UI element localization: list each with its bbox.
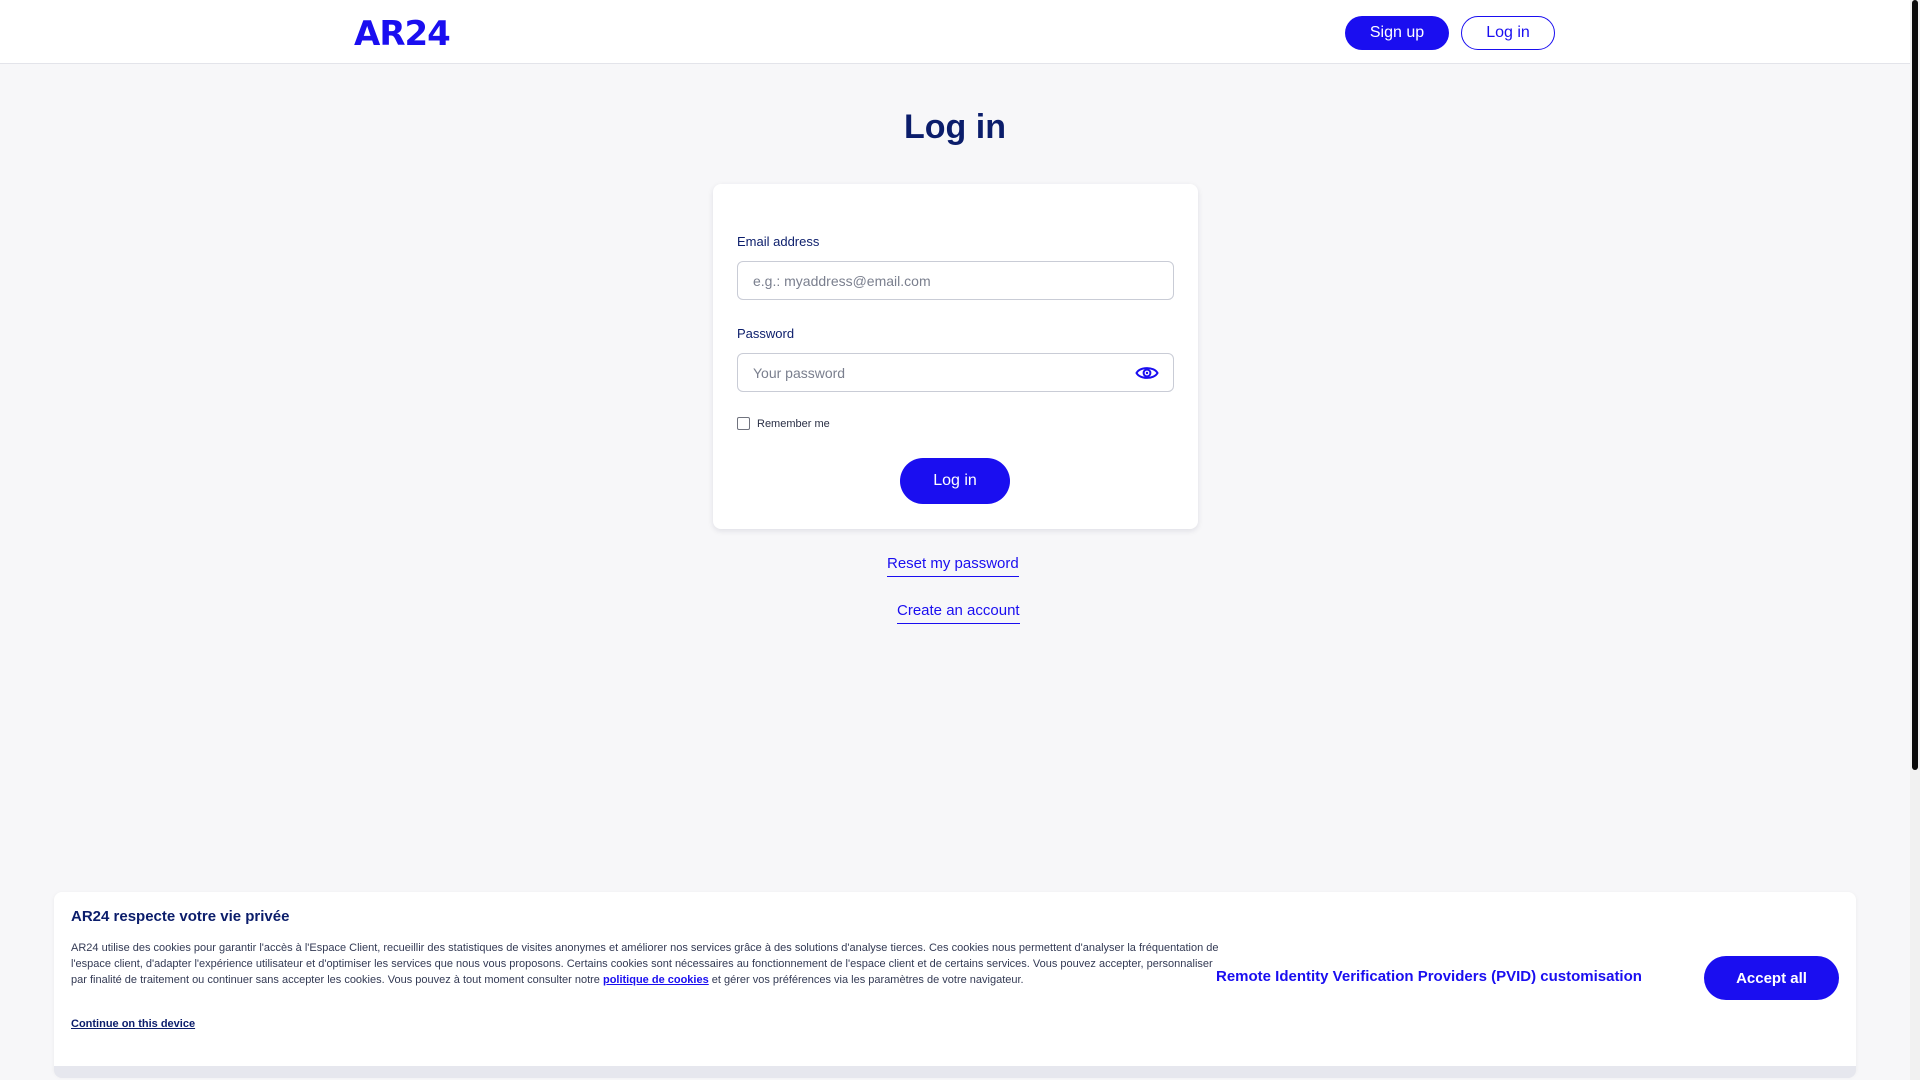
ar24-logo[interactable]: AR24 <box>354 14 451 54</box>
remember-me-checkbox[interactable] <box>737 417 750 430</box>
login-submit-button[interactable]: Log in <box>900 458 1010 504</box>
cookie-banner-title: AR24 respecte votre vie privée <box>71 908 290 925</box>
password-label: Password <box>737 326 795 341</box>
pvid-customisation-link[interactable]: Remote Identity Verification Providers (… <box>1216 968 1642 985</box>
eye-icon[interactable] <box>1135 362 1159 384</box>
accept-all-button[interactable]: Accept all <box>1704 956 1839 1000</box>
cookie-policy-link[interactable]: politique de cookies <box>603 974 709 986</box>
signup-button[interactable]: Sign up <box>1345 16 1449 50</box>
cookie-banner: AR24 respecte votre vie privée AR24 util… <box>54 892 1856 1076</box>
remember-me-label: Remember me <box>757 417 830 430</box>
password-field[interactable]: Your password <box>737 353 1174 392</box>
password-placeholder: Your password <box>753 364 846 381</box>
cookie-text-part-2: et gérer vos préférences via les paramèt… <box>708 974 1024 986</box>
remember-me-row: Remember me <box>737 417 830 430</box>
cookie-banner-text: AR24 utilise des cookies pour garantir l… <box>71 940 1231 988</box>
scrollbar-thumb[interactable] <box>1912 0 1918 770</box>
cookie-banner-footer <box>54 1066 1856 1078</box>
email-field[interactable]: e.g.: myaddress@email.com <box>737 261 1174 300</box>
continue-without-accepting-link[interactable]: Continue on this device <box>71 1018 195 1030</box>
reset-password-link[interactable]: Reset my password <box>887 555 1019 577</box>
email-label: Email address <box>737 234 820 249</box>
login-card: Email address e.g.: myaddress@email.com … <box>713 184 1198 529</box>
create-account-link[interactable]: Create an account <box>897 602 1020 624</box>
header-login-button[interactable]: Log in <box>1461 16 1555 50</box>
top-header: AR24 Sign up Log in <box>0 0 1910 64</box>
page-title: Log in <box>904 108 1006 146</box>
